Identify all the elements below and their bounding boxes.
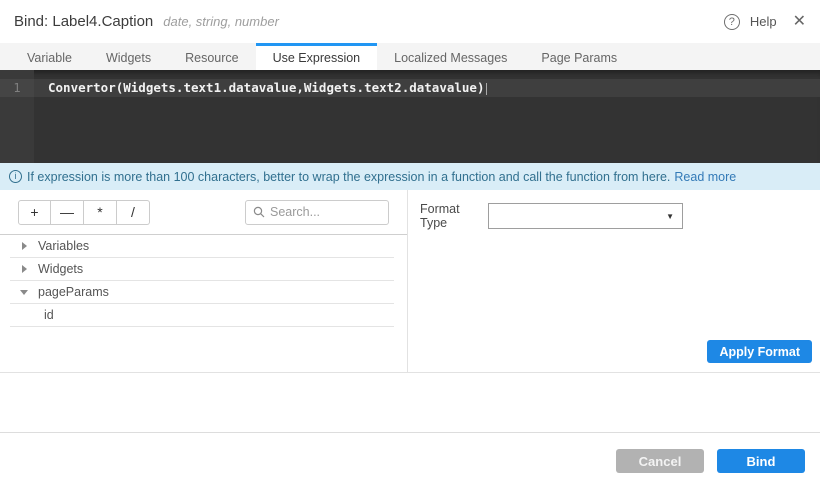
- dialog-subtitle: date, string, number: [163, 14, 279, 29]
- expression-editor[interactable]: 1 Convertor(Widgets.text1.datavalue,Widg…: [0, 70, 820, 163]
- search-icon: [253, 206, 265, 218]
- bind-dialog: Bind: Label4.Caption date, string, numbe…: [0, 0, 820, 491]
- multiply-operator-button[interactable]: *: [84, 200, 117, 225]
- chevron-right-icon[interactable]: [16, 265, 32, 273]
- help-button[interactable]: Help: [750, 14, 777, 29]
- bind-button[interactable]: Bind: [717, 449, 805, 473]
- expression-builder-pane: + — * / Variables: [0, 190, 408, 372]
- search-input[interactable]: [270, 205, 381, 219]
- plus-operator-button[interactable]: +: [18, 200, 51, 225]
- binding-tree: Variables Widgets pageParams id: [0, 234, 407, 327]
- tree-item-id[interactable]: id: [10, 304, 394, 327]
- dialog-title: Bind: Label4.Caption: [14, 13, 153, 30]
- info-icon: i: [9, 170, 22, 183]
- help-icon[interactable]: ?: [724, 14, 740, 30]
- dialog-footer: Cancel Bind: [0, 433, 820, 491]
- close-icon[interactable]: ✕: [793, 14, 806, 30]
- expression-code-line[interactable]: Convertor(Widgets.text1.datavalue,Widget…: [34, 79, 820, 97]
- dialog-header: Bind: Label4.Caption date, string, numbe…: [0, 0, 820, 43]
- chevron-down-icon[interactable]: [16, 290, 32, 295]
- tree-item-variables[interactable]: Variables: [10, 235, 394, 258]
- read-more-link[interactable]: Read more: [674, 170, 736, 184]
- editor-gutter: 1: [0, 70, 34, 163]
- tab-use-expression[interactable]: Use Expression: [256, 43, 378, 70]
- empty-strip: [0, 373, 820, 433]
- cancel-button[interactable]: Cancel: [616, 449, 704, 473]
- search-box[interactable]: [245, 200, 389, 225]
- tab-widgets[interactable]: Widgets: [89, 43, 168, 70]
- info-message: If expression is more than 100 character…: [27, 170, 670, 184]
- format-type-select[interactable]: ▼: [488, 203, 683, 229]
- format-type-label: Format Type: [420, 202, 488, 230]
- main-panel: + — * / Variables: [0, 190, 820, 373]
- operator-button-group: + — * /: [18, 200, 150, 225]
- expression-text: Convertor(Widgets.text1.datavalue,Widget…: [48, 80, 485, 95]
- tab-resource[interactable]: Resource: [168, 43, 256, 70]
- format-type-row: Format Type ▼: [408, 190, 820, 230]
- header-actions: ? Help ✕: [724, 14, 806, 30]
- format-pane: Format Type ▼ Apply Format: [408, 190, 820, 372]
- tab-page-params[interactable]: Page Params: [524, 43, 634, 70]
- tree-item-widgets[interactable]: Widgets: [10, 258, 394, 281]
- tab-bar: Variable Widgets Resource Use Expression…: [0, 43, 820, 70]
- line-number: 1: [0, 79, 34, 97]
- divide-operator-button[interactable]: /: [117, 200, 150, 225]
- text-cursor: [486, 83, 487, 95]
- tab-variable[interactable]: Variable: [10, 43, 89, 70]
- chevron-right-icon[interactable]: [16, 242, 32, 250]
- tab-localized-messages[interactable]: Localized Messages: [377, 43, 524, 70]
- apply-format-button[interactable]: Apply Format: [707, 340, 812, 363]
- dropdown-caret-icon: ▼: [666, 212, 674, 221]
- tree-item-pageparams[interactable]: pageParams: [10, 281, 394, 304]
- minus-operator-button[interactable]: —: [51, 200, 84, 225]
- editor-code-area[interactable]: Convertor(Widgets.text1.datavalue,Widget…: [34, 70, 820, 163]
- controls-row: + — * /: [0, 190, 407, 234]
- info-bar: i If expression is more than 100 charact…: [0, 163, 820, 190]
